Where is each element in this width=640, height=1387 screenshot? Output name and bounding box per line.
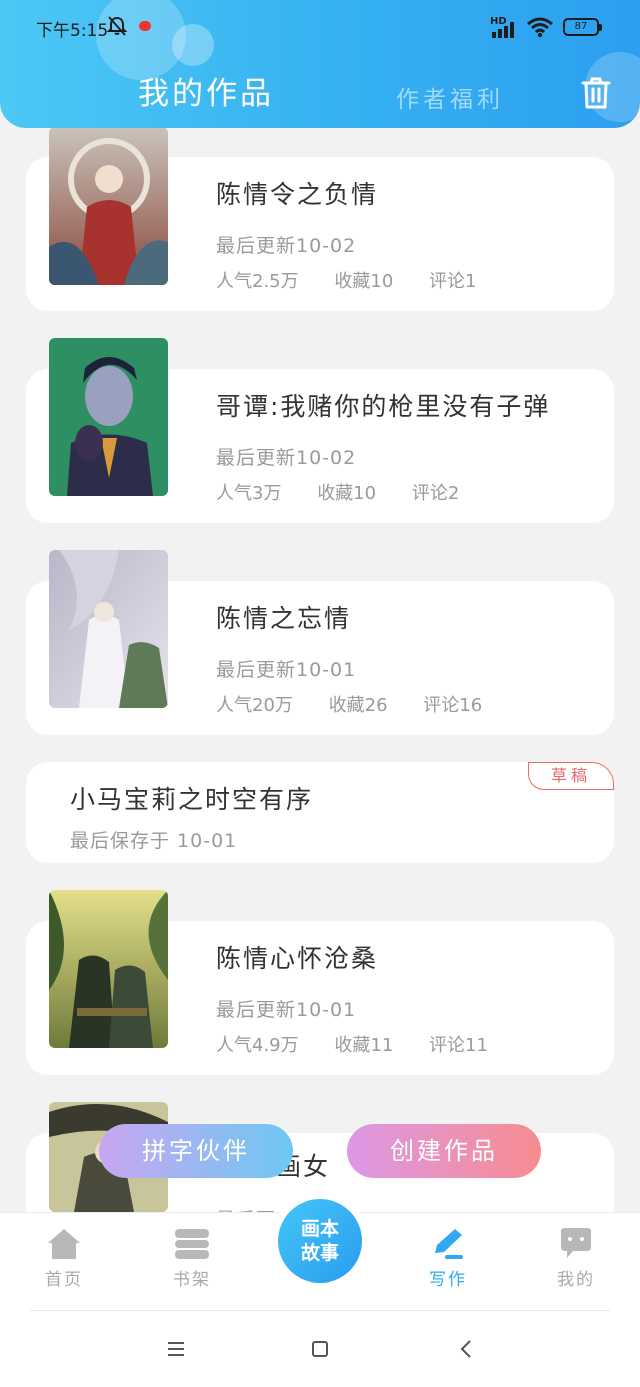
chat-icon xyxy=(561,1228,591,1258)
picture-story-label: 画本 故事 xyxy=(278,1199,362,1283)
system-nav-bar xyxy=(0,1310,640,1387)
book-cover[interactable] xyxy=(49,127,168,285)
divider xyxy=(30,1310,610,1311)
battery-indicator: 87 xyxy=(563,18,602,36)
work-comments: 评论1 xyxy=(429,271,477,292)
draft-card[interactable]: 小马宝莉之时空有序 最后保存于 10-01 草稿 xyxy=(26,762,614,863)
work-comments: 评论16 xyxy=(423,695,483,716)
draft-saved-time: 最后保存于 10-01 xyxy=(70,830,238,852)
status-time: 下午5:15 xyxy=(36,21,109,41)
author-benefits-tab[interactable]: 作者福利 xyxy=(396,80,504,114)
nav-write[interactable]: 写作 xyxy=(408,1227,488,1290)
picture-story-line1: 画本 xyxy=(300,1218,339,1240)
bottom-nav: 画本 故事 首页 书架 写作 我的 xyxy=(0,1192,640,1310)
draft-badge: 草稿 xyxy=(528,762,614,790)
menu-icon[interactable] xyxy=(162,1336,190,1362)
writing-partner-button[interactable]: 拼字伙伴 xyxy=(99,1124,293,1178)
home-square-icon[interactable] xyxy=(306,1336,334,1362)
work-updated: 最后更新10-02 xyxy=(216,235,357,257)
work-comments: 评论2 xyxy=(411,483,460,504)
work-popularity: 人气20万 xyxy=(216,695,293,716)
notification-app-icon xyxy=(139,21,151,31)
nav-mine-label: 我的 xyxy=(557,1270,595,1290)
nav-write-label: 写作 xyxy=(429,1270,467,1290)
work-title: 陈情之忘情 xyxy=(216,604,352,633)
work-popularity: 人气3万 xyxy=(216,483,282,504)
picture-story-line2: 故事 xyxy=(300,1242,339,1264)
work-title: 陈情令之负情 xyxy=(216,180,379,209)
work-title: 陈情心怀沧桑 xyxy=(216,944,379,973)
create-work-button[interactable]: 创建作品 xyxy=(347,1124,541,1178)
pen-icon xyxy=(435,1229,463,1259)
work-favorites: 收藏10 xyxy=(334,271,394,292)
work-comments: 评论11 xyxy=(429,1035,488,1056)
signal-icon xyxy=(492,22,514,38)
picture-story-button[interactable]: 画本 故事 xyxy=(271,1192,369,1290)
home-icon xyxy=(48,1229,80,1259)
nav-home[interactable]: 首页 xyxy=(24,1227,104,1290)
bookshelf-icon xyxy=(175,1229,209,1259)
work-popularity: 人气4.9万 xyxy=(216,1035,299,1056)
work-popularity: 人气2.5万 xyxy=(216,271,299,292)
trash-icon[interactable] xyxy=(580,76,612,110)
nav-mine[interactable]: 我的 xyxy=(536,1227,616,1290)
nav-home-label: 首页 xyxy=(45,1270,83,1290)
work-updated: 最后更新10-01 xyxy=(216,999,357,1021)
work-updated: 最后更新10-01 xyxy=(216,659,357,681)
work-updated: 最后更新10-02 xyxy=(216,447,357,469)
work-stats: 人气4.9万 收藏11 评论11 xyxy=(216,1031,518,1057)
work-favorites: 收藏26 xyxy=(328,695,388,716)
work-stats: 人气3万 收藏10 评论2 xyxy=(216,479,489,505)
back-icon[interactable] xyxy=(452,1336,480,1362)
draft-title: 小马宝莉之时空有序 xyxy=(70,785,314,814)
page-title: 我的作品 xyxy=(138,76,274,112)
work-title: 哥谭:我赌你的枪里没有子弹 xyxy=(216,392,551,421)
book-cover[interactable] xyxy=(49,338,168,496)
work-stats: 人气20万 收藏26 评论16 xyxy=(216,691,512,717)
nav-bookshelf-label: 书架 xyxy=(173,1270,211,1290)
book-cover[interactable] xyxy=(49,890,168,1048)
wifi-icon xyxy=(527,17,553,38)
book-cover[interactable] xyxy=(49,550,168,708)
work-favorites: 收藏10 xyxy=(317,483,377,504)
work-stats: 人气2.5万 收藏10 评论1 xyxy=(216,267,506,293)
nav-bookshelf[interactable]: 书架 xyxy=(152,1227,232,1290)
bell-muted-icon xyxy=(106,16,128,36)
header: 下午5:15 HD 87 我的作品 作者福利 xyxy=(0,0,640,128)
work-favorites: 收藏11 xyxy=(334,1035,394,1056)
status-bar: 下午5:15 HD 87 xyxy=(0,0,640,56)
